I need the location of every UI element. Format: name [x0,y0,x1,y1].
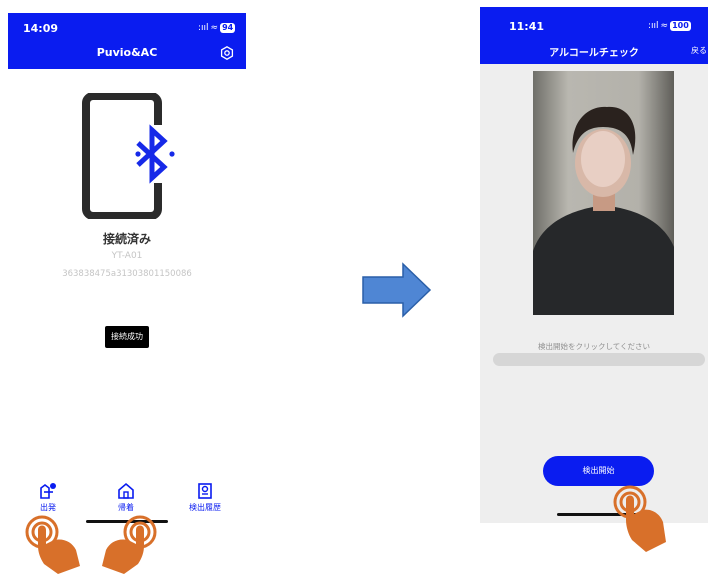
app-header: 11:41 :ııl ≈ 100 アルコールチェック 戻る [480,7,708,64]
tap-hand-icon [25,515,80,574]
wifi-icon: ≈ [660,21,669,31]
tap-hand-icon [613,485,666,552]
app-header: 14:09 :ııl ≈ 94 Puvio&AC [8,13,246,69]
tab-history[interactable]: 検出履歴 [180,482,230,513]
right-phone-screen: 11:41 :ııl ≈ 100 アルコールチェック 戻る 検出開始をクリックし… [480,7,708,523]
connection-status: 接続済み [102,232,151,246]
tab-depart-icon [40,483,56,499]
settings-gear-icon[interactable] [220,46,234,60]
signal-icon: :ııl [198,23,209,33]
device-name: YT-A01 [111,251,143,261]
start-detection-button[interactable]: 検出開始 [543,456,654,486]
instruction-text: 検出開始をクリックしてください [537,342,651,351]
status-time: 11:41 [509,20,545,33]
back-button[interactable]: 戻る [691,45,707,56]
tab-return-label: 帰着 [118,503,134,512]
tap-hand-icon [102,515,157,574]
progress-bar [493,353,705,366]
connect-success-toast: 接続成功 [105,326,149,348]
status-icons: :ııl ≈ 100 [648,21,691,31]
wifi-icon: ≈ [210,23,219,33]
tab-return[interactable]: 帰着 [101,482,151,513]
camera-feed-image [533,71,674,315]
tab-depart[interactable]: 出発 [23,482,73,513]
device-id: 363838475a31303801150086 [62,269,192,279]
battery-icon: 94 [220,23,236,33]
arrow-right-icon [362,262,432,318]
tab-history-icon [198,483,212,499]
camera-preview [533,71,674,315]
tab-depart-label: 出発 [40,503,56,512]
status-time: 14:09 [23,22,59,35]
app-title: Puvio&AC [96,46,158,59]
left-phone-screen: 14:09 :ııl ≈ 94 Puvio&AC 接続済み YT-A01 363… [8,13,246,533]
bluetooth-device-illustration [82,93,190,219]
status-icons: :ııl ≈ 94 [198,23,236,33]
signal-icon: :ııl [648,21,659,31]
tab-history-label: 検出履歴 [189,503,221,512]
tab-return-icon [118,482,134,499]
page-title: アルコールチェック [549,48,639,59]
battery-icon: 100 [670,21,691,31]
